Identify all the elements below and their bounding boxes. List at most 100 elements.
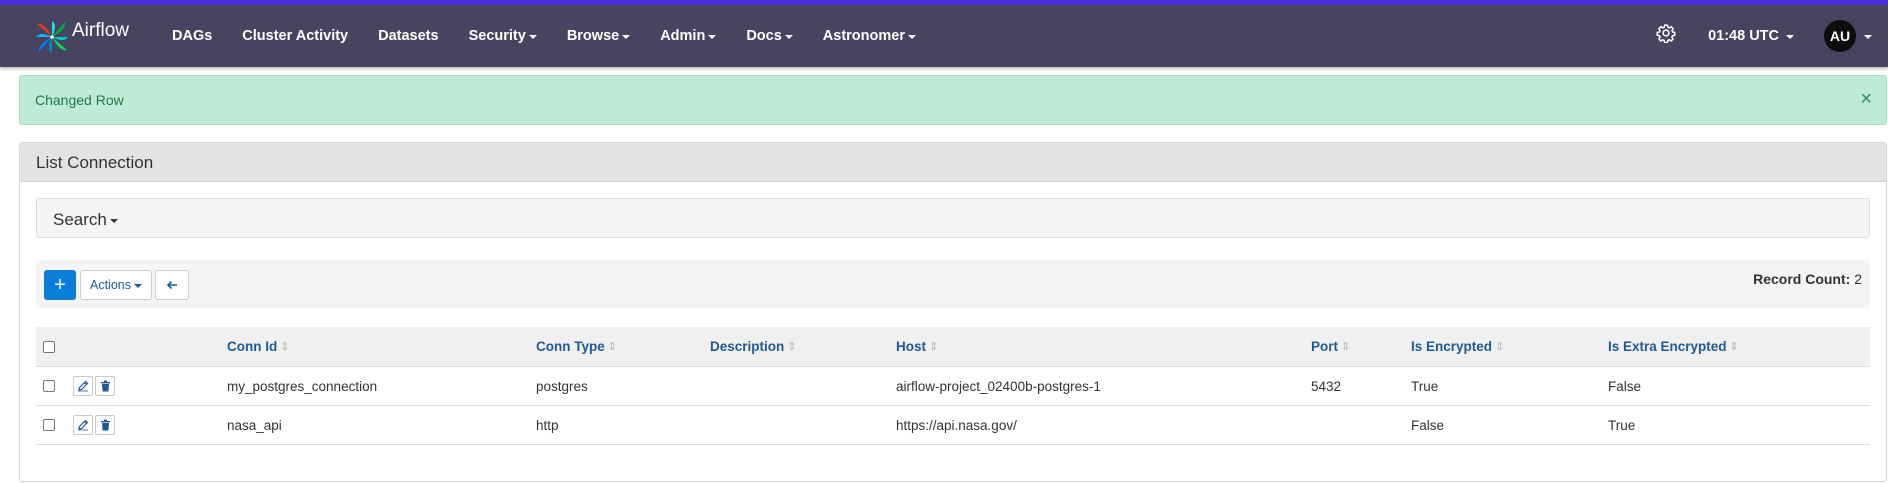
select-all-checkbox[interactable] <box>43 340 55 353</box>
cell-conn-type: http <box>536 417 559 433</box>
col-conn-type-label: Conn Type <box>536 339 605 354</box>
record-count-value: 2 <box>1854 271 1862 287</box>
alert-message: Changed Row <box>35 92 124 108</box>
gear-icon[interactable] <box>1656 23 1676 43</box>
row-actions <box>73 367 115 405</box>
nav-dags-label: DAGs <box>172 28 213 44</box>
col-conn-id-label: Conn Id <box>227 339 278 354</box>
record-count: Record Count: 2 <box>1753 271 1862 287</box>
trash-icon <box>100 419 110 431</box>
col-conn-id[interactable]: Conn Id ⇕ <box>227 327 289 366</box>
airflow-logo <box>36 21 68 53</box>
col-port-label: Port <box>1311 339 1338 354</box>
col-is-encrypted-label: Is Encrypted <box>1411 339 1493 354</box>
list-connection-panel: List Connection Search + Actions Record … <box>19 142 1887 482</box>
current-time: 01:48 UTC <box>1708 28 1779 44</box>
main-nav: DAGs Cluster Activity Datasets Security … <box>157 5 931 67</box>
connections-table: Conn Id ⇕ Conn Type ⇕ Description ⇕ Host ⇕ P… <box>36 327 1870 445</box>
nav-admin-label: Admin <box>660 28 706 44</box>
caret-down-icon <box>708 35 717 39</box>
cell-host: https://api.nasa.gov/ <box>896 417 1017 433</box>
search-toggle[interactable]: Search <box>53 210 118 230</box>
col-is-encrypted[interactable]: Is Encrypted ⇕ <box>1411 327 1504 366</box>
caret-down-icon <box>134 284 142 288</box>
cell-port: 5432 <box>1311 378 1342 394</box>
nav-right: 01:48 UTC AU <box>1656 5 1888 67</box>
nav-cluster-activity[interactable]: Cluster Activity <box>242 28 348 44</box>
row-checkbox[interactable] <box>43 419 55 431</box>
sort-icon: ⇕ <box>1341 341 1351 353</box>
actions-label: Actions <box>90 278 131 292</box>
sort-icon: ⇕ <box>1729 341 1739 353</box>
arrow-left-icon <box>166 280 177 290</box>
search-label: Search <box>53 210 107 229</box>
sort-icon: ⇕ <box>280 341 290 353</box>
cell-is-encrypted: True <box>1411 378 1439 394</box>
cell-is-encrypted: False <box>1411 417 1445 433</box>
panel-heading: List Connection <box>20 143 1886 182</box>
delete-icon[interactable] <box>95 376 115 396</box>
caret-down-icon <box>784 35 793 39</box>
nav-docs-dropdown[interactable]: Docs <box>746 28 793 44</box>
col-port[interactable]: Port ⇕ <box>1311 327 1350 366</box>
row-checkbox[interactable] <box>43 380 55 392</box>
sort-icon: ⇕ <box>1495 341 1505 353</box>
nav-browse-dropdown[interactable]: Browse <box>566 28 631 44</box>
record-count-label: Record Count: <box>1753 271 1851 287</box>
nav-datasets-label: Datasets <box>378 28 439 44</box>
nav-security-dropdown[interactable]: Security <box>469 28 537 44</box>
top-navbar: Airflow DAGs Cluster Activity Datasets S… <box>0 0 1888 67</box>
sort-icon: ⇕ <box>929 341 939 353</box>
edit-icon[interactable] <box>73 376 93 396</box>
col-conn-type[interactable]: Conn Type ⇕ <box>536 327 617 366</box>
edit-icon[interactable] <box>73 415 93 435</box>
nav-dags[interactable]: DAGs <box>172 28 212 44</box>
table-header-row: Conn Id ⇕ Conn Type ⇕ Description ⇕ Host ⇕ P… <box>36 327 1870 367</box>
pencil-icon <box>78 419 89 431</box>
sort-icon: ⇕ <box>787 341 797 353</box>
search-panel: Search <box>36 198 1870 238</box>
add-record-button[interactable]: + <box>44 270 76 300</box>
col-description[interactable]: Description ⇕ <box>710 327 796 366</box>
nav-datasets[interactable]: Datasets <box>378 28 438 44</box>
avatar: AU <box>1824 20 1856 52</box>
nav-admin-dropdown[interactable]: Admin <box>660 28 717 44</box>
user-menu[interactable]: AU <box>1824 20 1872 52</box>
trash-icon <box>100 380 110 392</box>
cell-conn-id: nasa_api <box>227 417 282 433</box>
row-actions <box>73 406 115 444</box>
brand-name: Airflow <box>72 20 130 41</box>
col-host[interactable]: Host ⇕ <box>896 327 938 366</box>
back-button[interactable] <box>155 270 189 300</box>
brand-home-link[interactable]: Airflow <box>34 15 129 59</box>
success-alert: Changed Row × <box>19 75 1887 125</box>
select-all-cell <box>43 327 55 366</box>
close-icon[interactable]: × <box>1860 89 1872 109</box>
cell-conn-type: postgres <box>536 378 588 394</box>
caret-down-icon <box>622 35 631 39</box>
nav-browse-label: Browse <box>566 28 620 44</box>
delete-icon[interactable] <box>95 415 115 435</box>
caret-down-icon <box>1864 35 1872 39</box>
col-is-extra-encrypted-label: Is Extra Encrypted <box>1608 339 1727 354</box>
caret-down-icon <box>109 219 118 223</box>
sort-icon: ⇕ <box>607 341 617 353</box>
actions-dropdown[interactable]: Actions <box>80 270 152 300</box>
pencil-icon <box>78 380 89 392</box>
cell-is-extra-encrypted: True <box>1608 417 1636 433</box>
caret-down-icon <box>528 35 537 39</box>
caret-down-icon <box>907 35 916 39</box>
col-is-extra-encrypted[interactable]: Is Extra Encrypted ⇕ <box>1608 327 1739 366</box>
table-row: my_postgres_connection postgres airflow-… <box>36 367 1870 406</box>
page-title: List Connection <box>36 153 154 172</box>
nav-docs-label: Docs <box>746 28 782 44</box>
cell-is-extra-encrypted: False <box>1608 378 1642 394</box>
table-row: nasa_api http https://api.nasa.gov/ Fals… <box>36 406 1870 445</box>
nav-astronomer-label: Astronomer <box>822 28 905 44</box>
timezone-dropdown[interactable]: 01:48 UTC <box>1708 28 1794 44</box>
col-description-label: Description <box>710 339 785 354</box>
nav-security-label: Security <box>468 28 526 44</box>
row-select-cell <box>43 367 55 405</box>
nav-astronomer-dropdown[interactable]: Astronomer <box>823 28 916 44</box>
row-select-cell <box>43 406 55 444</box>
